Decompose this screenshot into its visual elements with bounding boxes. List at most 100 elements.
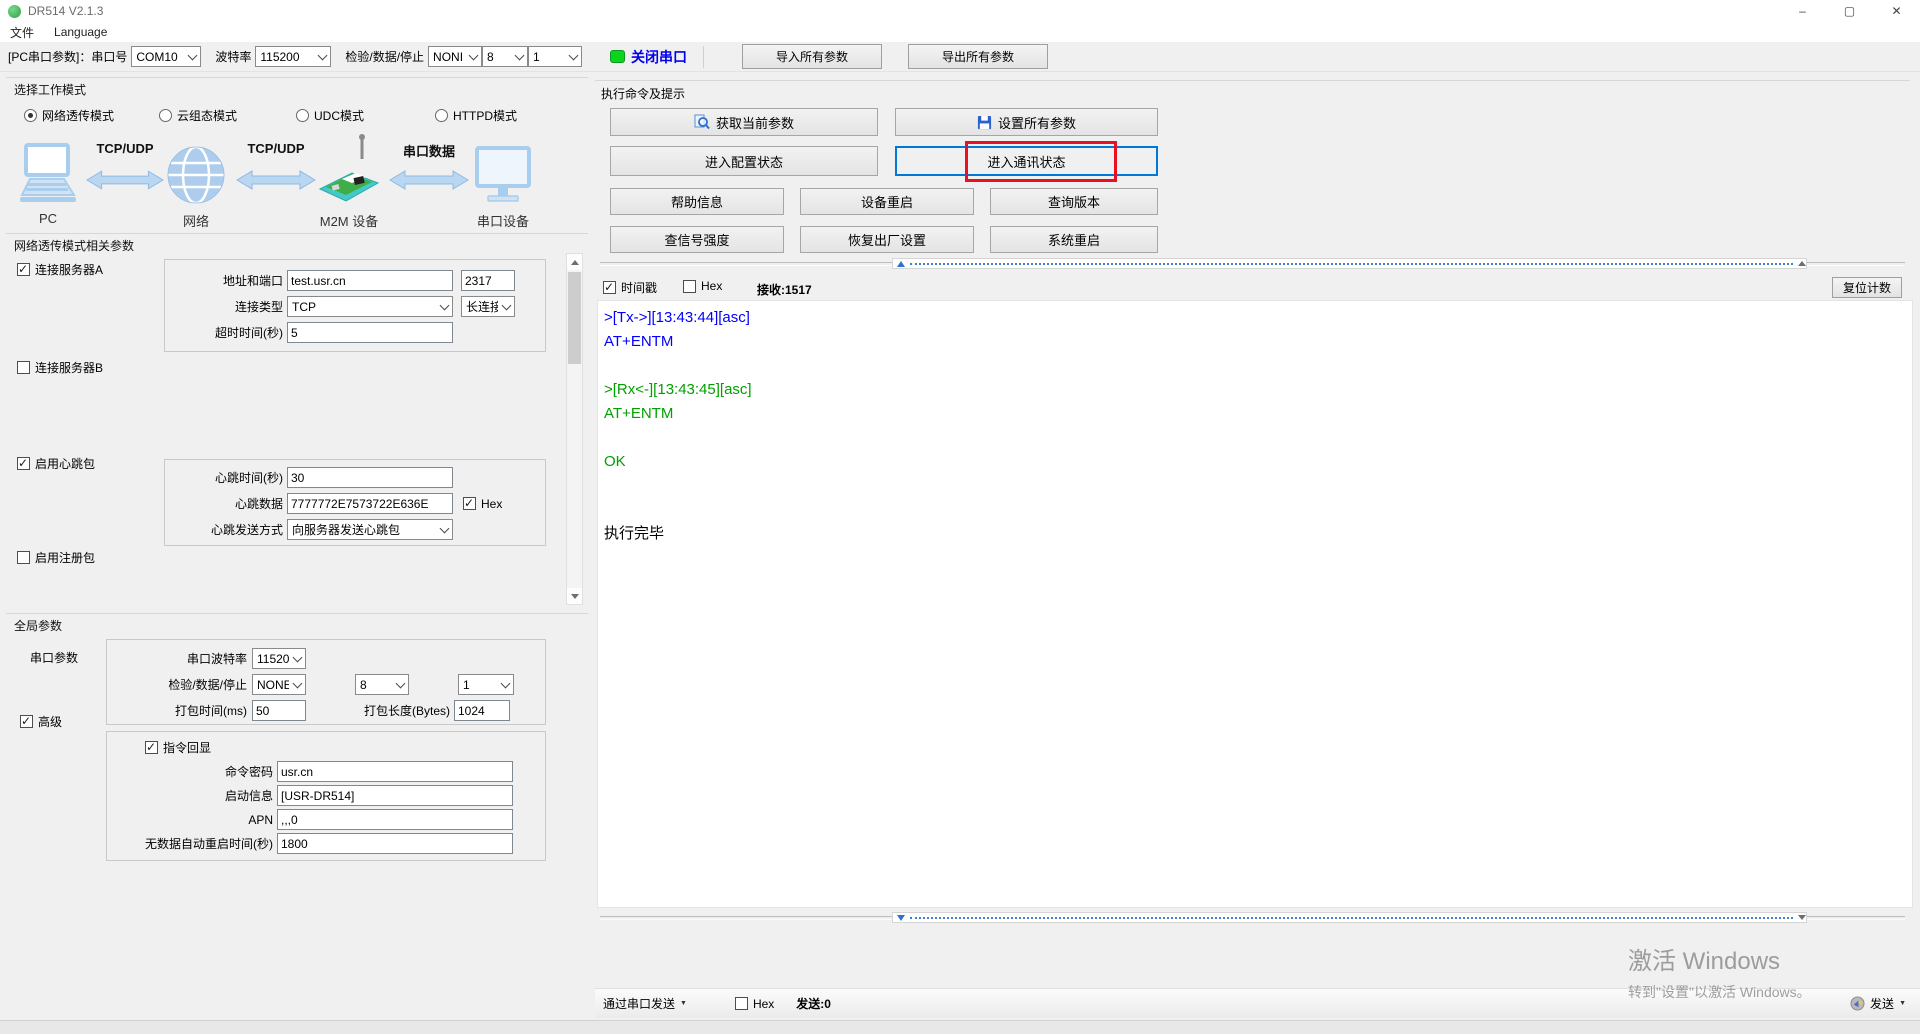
- splitter-end-icon: [1798, 915, 1806, 920]
- log-hex-checkbox[interactable]: Hex: [683, 279, 722, 293]
- arrow-network-m2m-icon: [236, 169, 316, 191]
- global-stop-bits-select[interactable]: 1: [458, 674, 514, 695]
- global-parity-select[interactable]: NONE: [252, 674, 306, 695]
- log-bottom-splitter[interactable]: [600, 912, 1905, 924]
- set-params-button[interactable]: 设置所有参数: [895, 108, 1158, 136]
- com-port-select[interactable]: COM10: [131, 46, 201, 67]
- heartbeat-hex-checkbox[interactable]: Hex: [463, 497, 502, 511]
- advanced-checkbox[interactable]: 高级: [20, 713, 62, 730]
- global-baud-label: 串口波特率: [107, 650, 247, 667]
- radio-cloud-mode[interactable]: 云组态模式: [159, 107, 237, 124]
- server-b-checkbox[interactable]: 连接服务器B: [17, 359, 103, 376]
- splitter-handle[interactable]: [892, 258, 1807, 269]
- enter-comm-button[interactable]: 进入通讯状态: [895, 146, 1158, 176]
- parity-select[interactable]: NONI: [428, 46, 482, 67]
- menu-file[interactable]: 文件: [10, 24, 34, 41]
- scrollbar-thumb[interactable]: [568, 272, 581, 364]
- device-reboot-button[interactable]: 设备重启: [800, 188, 974, 215]
- heartbeat-checkbox[interactable]: 启用心跳包: [17, 455, 95, 472]
- help-info-button[interactable]: 帮助信息: [610, 188, 784, 215]
- system-reboot-button[interactable]: 系统重启: [990, 226, 1158, 253]
- global-baud-select[interactable]: 115200: [252, 648, 306, 669]
- log-top-splitter[interactable]: [600, 258, 1905, 270]
- scroll-up-icon[interactable]: [567, 254, 582, 270]
- baud-select[interactable]: 115200: [255, 46, 331, 67]
- log-line: [604, 474, 1906, 498]
- pc-laptop-icon: [16, 143, 78, 209]
- collapse-down-icon[interactable]: [897, 915, 905, 921]
- heartbeat-time-input[interactable]: [287, 467, 453, 488]
- vertical-scrollbar[interactable]: [566, 253, 583, 605]
- node-label-serial-device: 串口设备: [477, 211, 529, 230]
- scroll-down-icon[interactable]: [567, 588, 582, 604]
- reset-count-button[interactable]: 复位计数: [1832, 277, 1902, 298]
- link-label-tcp-udp-1: TCP/UDP: [96, 141, 153, 156]
- heartbeat-mode-select[interactable]: 向服务器发送心跳包: [287, 519, 453, 540]
- pack-time-input[interactable]: [252, 700, 306, 721]
- work-mode-group: 选择工作模式 网络透传模式 云组态模式 UDC模式 HTTPD模式 TCP/UD…: [6, 77, 588, 229]
- pack-time-label: 打包时间(ms): [107, 702, 247, 719]
- radio-icon: [435, 109, 448, 122]
- windows-activation-watermark: 激活 Windows 转到"设置"以激活 Windows。: [1628, 941, 1811, 1002]
- radio-udc-mode[interactable]: UDC模式: [296, 107, 364, 124]
- com-port-label: [PC串口参数]：串口号: [8, 48, 127, 65]
- menu-language[interactable]: Language: [54, 25, 107, 39]
- log-area[interactable]: >[Tx->][13:43:44][asc]AT+ENTM>[Rx<-][13:…: [597, 300, 1913, 908]
- factory-reset-button[interactable]: 恢复出厂设置: [800, 226, 974, 253]
- command-panel: 执行命令及提示 获取当前参数 设置所有参数 进入配置状态 进入通讯状态: [595, 0, 1920, 1034]
- checkbox-icon: [603, 281, 616, 294]
- boot-msg-input[interactable]: [277, 785, 513, 806]
- chevron-down-icon: [501, 678, 511, 688]
- app-window: DR514 V2.1.3 – ▢ ✕ 文件 Language [PC串口参数]：…: [0, 0, 1920, 1034]
- global-data-bits-select[interactable]: 8: [355, 674, 409, 695]
- query-signal-button[interactable]: 查信号强度: [610, 226, 784, 253]
- server-a-checkbox[interactable]: 连接服务器A: [17, 261, 103, 278]
- conn-type-label: 连接类型: [165, 298, 283, 315]
- group-border: [6, 233, 588, 234]
- conn-type-select[interactable]: TCP: [287, 296, 453, 317]
- server-a-address-input[interactable]: [287, 270, 453, 291]
- cmd-pwd-input[interactable]: [277, 761, 513, 782]
- send-button[interactable]: 发送 ▼: [1850, 995, 1906, 1012]
- advanced-panel: 指令回显 命令密码 启动信息 APN 无数据自动重启时间(秒): [106, 731, 546, 861]
- checkbox-icon: [463, 497, 476, 510]
- log-line: OK: [604, 450, 1906, 474]
- apn-input[interactable]: [277, 809, 513, 830]
- serial-params-label: 串口参数: [30, 649, 78, 666]
- echo-checkbox[interactable]: 指令回显: [145, 739, 211, 756]
- network-globe-icon: [166, 145, 226, 205]
- register-packet-checkbox[interactable]: 启用注册包: [17, 549, 95, 566]
- stop-bits-select[interactable]: 1: [528, 46, 582, 67]
- enter-config-button[interactable]: 进入配置状态: [610, 146, 878, 176]
- splitter-end-icon: [1798, 261, 1806, 266]
- group-border: [6, 613, 588, 614]
- boot-msg-label: 启动信息: [107, 787, 273, 804]
- conn-mode-select[interactable]: 长连接: [461, 296, 515, 317]
- server-a-port-input[interactable]: [461, 270, 515, 291]
- global-params-title: 全局参数: [14, 617, 62, 634]
- collapse-up-icon[interactable]: [897, 261, 905, 267]
- send-hex-checkbox[interactable]: Hex: [735, 997, 774, 1011]
- send-via-dropdown[interactable]: 通过串口发送: [603, 995, 675, 1012]
- radio-icon: [159, 109, 172, 122]
- restart-time-input[interactable]: [277, 833, 513, 854]
- radio-net-transparent-mode[interactable]: 网络透传模式: [24, 107, 114, 124]
- parity-label: 检验/数据/停止: [345, 48, 424, 65]
- checkbox-icon: [735, 997, 748, 1010]
- splitter-handle[interactable]: [892, 912, 1807, 923]
- pack-len-input[interactable]: [454, 700, 510, 721]
- timeout-input[interactable]: [287, 322, 453, 343]
- restart-time-label: 无数据自动重启时间(秒): [107, 835, 273, 852]
- heartbeat-data-input[interactable]: [287, 493, 453, 514]
- node-label-network: 网络: [183, 211, 209, 230]
- radio-httpd-mode[interactable]: HTTPD模式: [435, 107, 517, 124]
- timestamp-checkbox[interactable]: 时间戳: [603, 279, 657, 296]
- data-bits-select[interactable]: 8: [482, 46, 528, 67]
- node-label-m2m: M2M 设备: [320, 211, 379, 230]
- app-logo-icon: [8, 5, 21, 18]
- splitter-dots: [910, 263, 1793, 265]
- chevron-down-icon[interactable]: ▼: [680, 1000, 687, 1007]
- query-version-button[interactable]: 查询版本: [990, 188, 1158, 215]
- get-params-button[interactable]: 获取当前参数: [610, 108, 878, 136]
- heartbeat-panel: 心跳时间(秒) 心跳数据 Hex 心跳发送方式 向服务器发送心跳包: [164, 459, 546, 546]
